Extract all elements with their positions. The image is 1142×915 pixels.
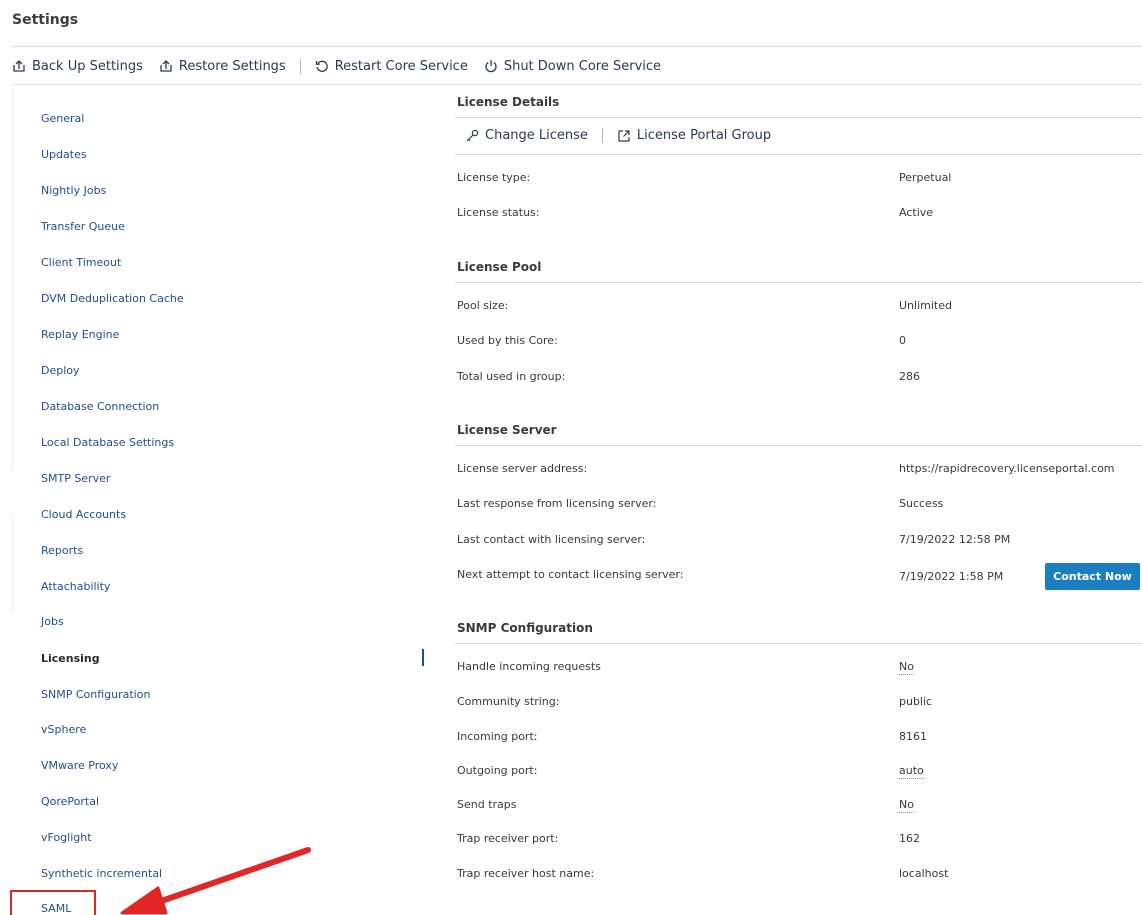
community-string-value: public: [899, 695, 933, 708]
incoming-port-label: Incoming port:: [457, 730, 538, 743]
total-used-value: 286: [899, 370, 920, 383]
license-server-address-value: https://rapidrecovery.licenseportal.com: [899, 462, 1115, 475]
sidebar-item-attachability[interactable]: Attachability: [41, 580, 110, 593]
upload-box-icon: [13, 60, 25, 72]
title-divider: [12, 46, 1142, 47]
restore-settings-label: Restore Settings: [178, 58, 286, 74]
sidebar-item-transfer-queue[interactable]: Transfer Queue: [41, 220, 125, 233]
power-icon: [485, 60, 497, 73]
sidebar-border: [12, 515, 13, 610]
sidebar-item-jobs[interactable]: Jobs: [41, 615, 64, 628]
trap-receiver-port-value: 162: [899, 832, 920, 845]
pool-size-value: Unlimited: [899, 299, 952, 312]
license-details-heading: License Details: [457, 95, 560, 109]
total-used-label: Total used in group:: [457, 370, 566, 383]
license-status-value: Active: [899, 206, 934, 219]
back-up-settings-button[interactable]: Back Up Settings: [12, 59, 143, 74]
pool-size-label: Pool size:: [457, 299, 509, 312]
handle-incoming-requests-label: Handle incoming requests: [457, 660, 601, 673]
toolbar-divider: [12, 84, 1142, 85]
sidebar-border: [12, 88, 13, 470]
license-server-heading: License Server: [457, 423, 557, 437]
restart-core-service-label: Restart Core Service: [334, 58, 468, 74]
next-attempt-value: 7/19/2022 1:58 PM: [899, 570, 1004, 583]
change-license-label: Change License: [485, 128, 588, 143]
last-contact-label: Last contact with licensing server:: [457, 533, 646, 546]
key-icon: [466, 129, 479, 141]
toolbar-separator: [299, 58, 301, 74]
sidebar-item-reports[interactable]: Reports: [41, 544, 83, 557]
license-server-address-label: License server address:: [457, 462, 588, 475]
used-by-core-label: Used by this Core:: [457, 334, 558, 347]
handle-incoming-requests-value[interactable]: No: [899, 660, 914, 675]
section-divider: [455, 282, 1142, 283]
last-response-label: Last response from licensing server:: [457, 497, 657, 510]
used-by-core-value: 0: [899, 334, 906, 347]
restore-settings-button[interactable]: Restore Settings: [159, 59, 286, 74]
next-attempt-label: Next attempt to contact licensing server…: [457, 568, 684, 581]
outgoing-port-value[interactable]: auto: [899, 764, 924, 779]
sidebar-item-local-database-settings[interactable]: Local Database Settings: [41, 436, 174, 449]
license-portal-group-link[interactable]: License Portal Group: [617, 128, 771, 143]
contact-now-button[interactable]: Contact Now: [1045, 563, 1140, 590]
sidebar-item-vfoglight[interactable]: vFoglight: [41, 831, 92, 844]
back-up-settings-label: Back Up Settings: [32, 58, 143, 74]
restart-icon: [315, 60, 328, 72]
sidebar-item-smtp-server[interactable]: SMTP Server: [41, 472, 110, 485]
section-divider: [455, 154, 1142, 155]
sidebar-item-cloud-accounts[interactable]: Cloud Accounts: [41, 508, 126, 521]
sidebar-item-replay-engine[interactable]: Replay Engine: [41, 328, 119, 341]
license-actions: Change License License Portal Group: [465, 128, 771, 143]
sidebar-item-vsphere[interactable]: vSphere: [41, 723, 86, 736]
license-actions-separator: [601, 128, 603, 143]
sidebar-item-licensing[interactable]: Licensing: [41, 652, 100, 665]
last-contact-value: 7/19/2022 12:58 PM: [899, 533, 1011, 546]
sidebar-item-nightly-jobs[interactable]: Nightly Jobs: [41, 184, 106, 197]
sidebar-item-database-connection[interactable]: Database Connection: [41, 400, 159, 413]
trap-receiver-port-label: Trap receiver port:: [457, 832, 559, 845]
sidebar-item-client-timeout[interactable]: Client Timeout: [41, 256, 121, 269]
license-pool-heading: License Pool: [457, 260, 542, 274]
trap-receiver-host-value: localhost: [899, 867, 949, 880]
license-type-value: Perpetual: [899, 171, 952, 184]
outgoing-port-label: Outgoing port:: [457, 764, 538, 777]
sidebar-item-deploy[interactable]: Deploy: [41, 364, 80, 377]
shut-down-core-service-label: Shut Down Core Service: [503, 58, 662, 74]
sidebar-item-synthetic-incremental[interactable]: Synthetic incremental: [41, 867, 162, 880]
section-divider: [455, 117, 1142, 118]
send-traps-value[interactable]: No: [899, 798, 914, 813]
sidebar-item-vmware-proxy[interactable]: VMware Proxy: [41, 759, 118, 772]
sidebar-item-dvm-deduplication-cache[interactable]: DVM Deduplication Cache: [41, 292, 184, 305]
trap-receiver-host-label: Trap receiver host name:: [457, 867, 595, 880]
active-item-indicator: [422, 649, 424, 666]
sidebar-item-updates[interactable]: Updates: [41, 148, 87, 161]
change-license-button[interactable]: Change License: [465, 128, 588, 143]
page-title: Settings: [12, 12, 79, 28]
sidebar-item-snmp-configuration[interactable]: SNMP Configuration: [41, 688, 150, 701]
community-string-label: Community string:: [457, 695, 560, 708]
upload-box-icon: [160, 60, 172, 72]
section-divider: [455, 445, 1142, 446]
incoming-port-value: 8161: [899, 730, 927, 743]
external-link-icon: [618, 129, 630, 142]
restart-core-service-button[interactable]: Restart Core Service: [315, 59, 468, 74]
last-response-value: Success: [899, 497, 944, 510]
settings-toolbar: Back Up Settings Restore Settings Restar…: [12, 57, 661, 75]
sidebar-item-general[interactable]: General: [41, 112, 84, 125]
shut-down-core-service-button[interactable]: Shut Down Core Service: [484, 59, 661, 74]
license-type-label: License type:: [457, 171, 531, 184]
saml-highlight-box: [10, 890, 96, 915]
license-status-label: License status:: [457, 206, 540, 219]
send-traps-label: Send traps: [457, 798, 517, 811]
license-portal-group-label: License Portal Group: [636, 128, 772, 143]
snmp-configuration-heading: SNMP Configuration: [457, 621, 593, 635]
sidebar-item-qoreportal[interactable]: QorePortal: [41, 795, 99, 808]
section-divider: [455, 643, 1142, 644]
